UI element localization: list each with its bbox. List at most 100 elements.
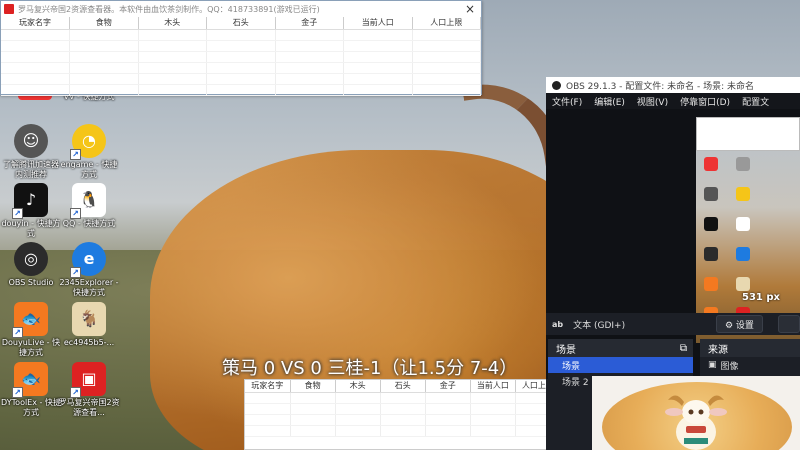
scenes-dock-title: 场景 [556,344,576,356]
goat-icon: 🐐 [72,302,106,336]
obs-window-title: OBS 29.1.3 - 配置文件: 未命名 - 场景: 未命名 [566,81,755,92]
source-item[interactable]: ▣ 图像 [700,357,800,373]
qq-icon: 🐧 ↗ [70,183,106,219]
preview-icon [704,187,718,201]
desktop-icon-douyulive[interactable]: 🐟 ↗ DouyuLive - 快捷方式 [0,302,62,358]
ie-icon: e ↗ [70,242,106,278]
desktop-icon-engame[interactable]: ◔ ↗ engame - 快捷方式 [58,124,120,180]
scene-label: 场景 [562,361,581,372]
table-row[interactable] [1,29,481,41]
obs-icon: ◎ [14,242,48,276]
table-row[interactable] [1,73,481,85]
column-header[interactable]: 石头 [206,17,276,30]
resource-table[interactable]: 玩家名字 食物 木头 石头 金子 当前人口 人口上限 [1,17,481,96]
menu-edit[interactable]: 编辑(E) [588,95,631,108]
desktop-icon-qq[interactable]: 🐧 ↗ QQ - 快捷方式 [58,183,120,229]
scene-label: 场景 2 [562,377,589,388]
source-label: 图像 [720,361,739,372]
obs-logo-icon [552,80,561,90]
obs-titlebar[interactable]: OBS 29.1.3 - 配置文件: 未命名 - 场景: 未命名 [546,77,800,93]
image-source-icon: ▣ [708,360,717,370]
obs-menubar: 文件(F) 编辑(E) 视图(V) 停靠窗口(D) 配置文 [546,93,800,109]
preview-icon [704,217,718,231]
overlay-table: 玩家名字 食物 木头 石头 金子 当前人口 人口上限 [245,380,562,437]
table-row [245,414,562,426]
preview-icon [736,187,750,201]
resource-viewer-titlebar[interactable]: 罗马复兴帝国2资源查看器。本软件由血饮茶剑制作。QQ：418733891(游戏已… [1,1,481,17]
preview-icon [736,157,750,171]
overlay-resource-table: 玩家名字 食物 木头 石头 金子 当前人口 人口上限 [244,379,562,450]
shortcut-arrow-icon: ↗ [12,208,23,219]
scene-item[interactable]: 场景 [548,357,693,373]
text-source-icon: ab [552,319,564,329]
window-title: 罗马复兴帝国2资源查看器。本软件由血饮茶剑制作。QQ：418733891(游戏已… [18,4,320,14]
undock-icon[interactable]: ⧉ [680,343,687,354]
menu-view[interactable]: 视图(V) [631,95,674,108]
source-filters-button[interactable] [778,315,800,333]
table-row[interactable] [1,62,481,74]
desktop-icon-2345explorer[interactable]: e ↗ 2345Explorer - 快捷方式 [58,242,120,298]
column-header: 食物 [290,380,336,393]
column-header[interactable]: 木头 [138,17,207,30]
preview-icon [736,247,750,261]
dytool-icon: 🐟 ↗ [12,362,48,398]
engame-icon: ◔ ↗ [70,124,106,160]
desktop-icon-dytoolex[interactable]: 🐟 ↗ DYToolEx - 快捷方式 [0,362,62,418]
table-row [245,403,562,415]
table-row[interactable] [1,51,481,63]
table-row[interactable] [1,40,481,52]
preview-icon [704,247,718,261]
preview-icon [704,157,718,171]
source-toolbar: ab 文本 (GDI+) ⚙ 设置 [546,313,800,335]
shortcut-arrow-icon: ↗ [12,387,23,398]
shortcut-arrow-icon: ↗ [12,327,23,338]
shortcut-arrow-icon: ↗ [70,387,81,398]
menu-docks[interactable]: 停靠窗口(D) [674,95,736,108]
shortcut-arrow-icon: ↗ [70,208,81,219]
rome-icon: ▣ ↗ [70,362,106,398]
table-header-row: 玩家名字 食物 木头 石头 金子 当前人口 人口上限 [245,380,562,393]
resource-viewer-window[interactable]: 罗马复兴帝国2资源查看器。本软件由血饮茶剑制作。QQ：418733891(游戏已… [0,0,482,96]
table-row [245,392,562,404]
desktop-icon-douyin[interactable]: ♪ ↗ douyin - 快捷方式 [0,183,62,239]
column-header[interactable]: 玩家名字 [1,17,70,30]
menu-file[interactable]: 文件(F) [546,95,588,108]
goat-image-overlay [592,376,800,450]
table-header-row: 玩家名字 食物 木头 石头 金子 当前人口 人口上限 [1,17,481,30]
shortcut-arrow-icon: ↗ [70,149,81,160]
app-icon [4,4,14,14]
shortcut-arrow-icon: ↗ [70,267,81,278]
preview-size-label: 531 px [742,292,780,303]
accelerator-icon: ☺ [14,124,48,158]
douyu-icon: 🐟 ↗ [12,302,48,338]
desktop-icon-rome-viewer[interactable]: ▣ ↗ 罗马复兴帝国2资源查看... [58,362,120,418]
scenes-dock-header: 场景 ⧉ [548,339,693,357]
preview-viewer-window [696,117,800,151]
column-header: 金子 [425,380,471,393]
source-settings-button[interactable]: ⚙ 设置 [716,315,763,333]
sources-dock-header: 来源 [700,339,800,357]
column-header: 当前人口 [470,380,516,393]
column-header: 石头 [380,380,426,393]
preview-icon [736,277,750,291]
column-header[interactable]: 当前人口 [343,17,413,30]
column-header[interactable]: 食物 [69,17,139,30]
douyin-icon: ♪ ↗ [12,183,48,219]
desktop-icon-accelerator[interactable]: ☺ 了解腾讯加速器内测推荐 [0,124,62,180]
desktop-icon-obs[interactable]: ◎ OBS Studio [0,242,62,288]
table-row [245,425,562,437]
table-row[interactable] [1,84,481,96]
sources-dock-title: 来源 [708,344,728,356]
close-button[interactable]: × [459,2,481,16]
goat-illustration [665,395,727,450]
preview-icon [736,217,750,231]
column-header: 木头 [335,380,381,393]
column-header: 玩家名字 [245,380,291,393]
column-header[interactable]: 人口上限 [412,17,481,30]
column-header[interactable]: 金子 [275,17,344,30]
desktop-icon-goat-image[interactable]: 🐐 ec4945b5-... [58,302,120,348]
preview-icon [704,277,718,291]
preview-desktop-capture: 531 px [696,117,800,343]
selected-source-name: 文本 (GDI+) [573,320,626,331]
menu-profile[interactable]: 配置文 [736,95,775,108]
